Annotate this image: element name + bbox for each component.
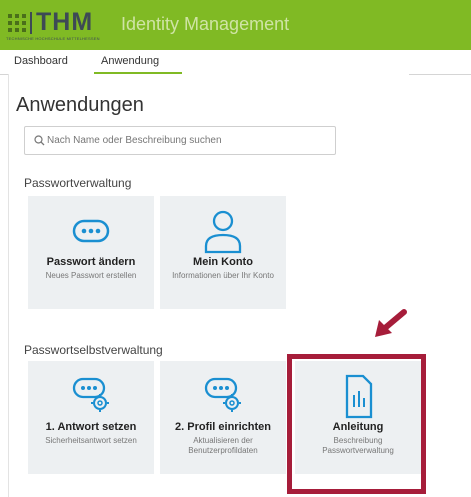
logo-subtext: TECHNISCHE HOCHSCHULE MITTELHESSEN	[6, 36, 100, 41]
tile-passwort-aendern[interactable]: Passwort ändern Neues Passwort erstellen	[28, 196, 154, 309]
app-header: THM TECHNISCHE HOCHSCHULE MITTELHESSEN I…	[0, 0, 471, 50]
search-placeholder: Nach Name oder Beschreibung suchen	[47, 135, 222, 146]
search-input[interactable]: Nach Name oder Beschreibung suchen	[24, 126, 336, 155]
tile-antwort-setzen[interactable]: 1. Antwort setzen Sicherheitsantwort set…	[28, 361, 154, 474]
logo-text: THM	[36, 8, 94, 36]
tile-title: Mein Konto	[193, 256, 253, 268]
tile-mein-konto[interactable]: Mein Konto Informationen über Ihr Konto	[160, 196, 286, 309]
tile-subtitle: Informationen über Ihr Konto	[172, 271, 274, 280]
thm-logo-grid-icon	[8, 14, 26, 32]
tile-title: 2. Profil einrichten	[175, 421, 271, 433]
password-dots-icon	[72, 219, 110, 243]
section-title-passwortselbstverwaltung: Passwortselbstverwaltung	[24, 343, 163, 357]
tile-title: Passwort ändern	[46, 256, 136, 268]
tile-profil-einrichten[interactable]: 2. Profil einrichten Aktualisieren der B…	[160, 361, 286, 474]
search-icon	[34, 135, 45, 146]
password-gear-icon	[72, 377, 109, 412]
arrow-down-left-icon	[375, 309, 407, 337]
logo-divider	[30, 12, 32, 34]
user-icon	[204, 210, 242, 254]
page-title: Anwendungen	[16, 94, 144, 116]
section-title-passwortverwaltung: Passwortverwaltung	[24, 176, 132, 190]
tile-title: 1. Antwort setzen	[45, 421, 137, 433]
tab-anwendung[interactable]: Anwendung	[101, 55, 159, 67]
tile-subtitle: Neues Passwort erstellen	[45, 271, 137, 280]
tile-subtitle: Sicherheitsantwort setzen	[45, 436, 137, 445]
tab-bar: Dashboard Anwendung	[0, 50, 471, 75]
app-title: Identity Management	[121, 14, 290, 34]
highlight-box	[287, 354, 426, 494]
tab-dashboard[interactable]: Dashboard	[14, 55, 68, 67]
tile-subtitle: Aktualisieren der Benutzerprofildaten	[188, 436, 258, 455]
password-gear-icon	[204, 377, 241, 412]
